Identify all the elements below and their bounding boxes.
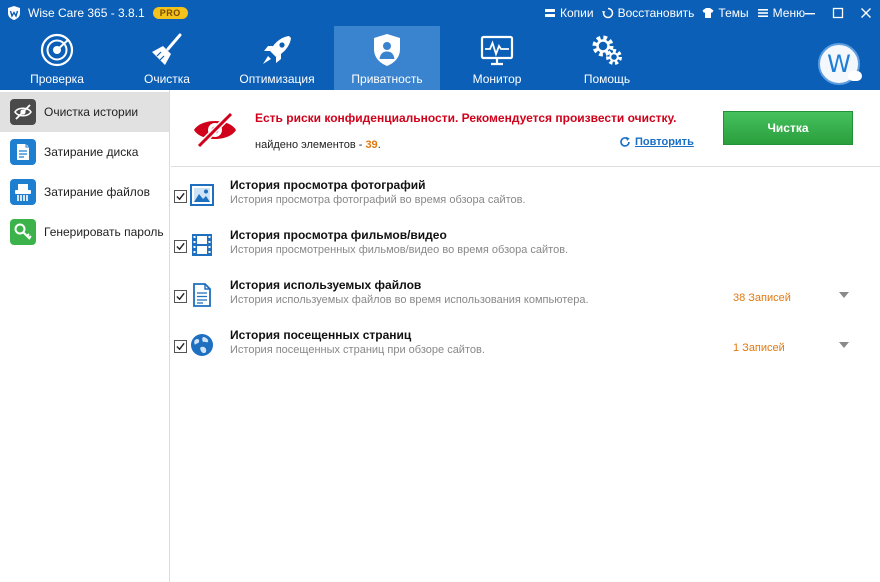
item-title: История просмотра фотографий bbox=[230, 178, 426, 192]
item-record-count: 38 Записей bbox=[733, 292, 791, 304]
shredder-icon bbox=[10, 179, 36, 205]
photo-icon bbox=[190, 184, 214, 206]
key-icon bbox=[10, 219, 36, 245]
retry-label: Повторить bbox=[635, 136, 694, 148]
tab-clean-label: Очистка bbox=[144, 72, 190, 86]
privacy-risk-icon bbox=[194, 111, 236, 149]
tab-optimize-label: Оптимизация bbox=[239, 72, 315, 86]
list-item-file-history: История используемых файлов История испо… bbox=[171, 278, 880, 318]
backup-menu-button[interactable]: Копии bbox=[544, 6, 594, 20]
tab-monitor[interactable]: Монитор bbox=[444, 26, 550, 90]
item-title: История посещенных страниц bbox=[230, 328, 412, 342]
cloud-icon bbox=[848, 71, 862, 81]
tab-clean[interactable]: Очистка bbox=[114, 26, 220, 90]
restore-menu-button[interactable]: Восстановить bbox=[601, 6, 695, 20]
user-avatar[interactable]: W bbox=[818, 43, 862, 85]
item-description: История посещенных страниц при обзоре са… bbox=[230, 344, 485, 356]
sidebar: Очистка истории Затирание диска Затирани… bbox=[0, 90, 170, 582]
list-item-page-history: История посещенных страниц История посещ… bbox=[171, 328, 880, 368]
found-items-text: найдено элементов - 39. bbox=[255, 139, 381, 151]
maximize-button[interactable] bbox=[824, 0, 852, 26]
sidebar-item-label: Очистка истории bbox=[44, 105, 139, 119]
divider bbox=[171, 166, 880, 167]
item-record-count: 1 Записей bbox=[733, 342, 785, 354]
backup-menu-label: Копии bbox=[560, 6, 594, 20]
monitor-icon bbox=[480, 35, 514, 66]
main-toolbar: Проверка Очистка Оптимизация Приватность bbox=[0, 26, 880, 90]
expand-arrow-icon[interactable] bbox=[839, 342, 849, 348]
close-button[interactable] bbox=[852, 0, 880, 26]
expand-arrow-icon[interactable] bbox=[839, 292, 849, 298]
themes-menu-label: Темы bbox=[718, 6, 749, 20]
tab-scan[interactable]: Проверка bbox=[4, 26, 110, 90]
clean-button[interactable]: Чистка bbox=[723, 111, 853, 145]
document-icon bbox=[193, 283, 211, 307]
sidebar-item-label: Генерировать пароль bbox=[44, 225, 164, 239]
check-icon bbox=[176, 242, 185, 251]
retry-scan-link[interactable]: Повторить bbox=[619, 136, 694, 148]
radar-icon bbox=[40, 33, 74, 67]
found-count: 39 bbox=[365, 139, 378, 151]
tab-privacy[interactable]: Приватность bbox=[334, 26, 440, 90]
item-description: История просмотра фотографий во время об… bbox=[230, 194, 526, 206]
photo-history-checkbox[interactable] bbox=[174, 190, 187, 203]
list-item-photo-history: История просмотра фотографий История про… bbox=[171, 178, 880, 218]
sidebar-item-disk-wipe[interactable]: Затирание диска bbox=[0, 132, 169, 172]
privacy-alert-message: Есть риски конфиденциальности. Рекоменду… bbox=[255, 111, 677, 125]
found-prefix: найдено элементов - bbox=[255, 139, 366, 151]
sidebar-item-history-clean[interactable]: Очистка истории bbox=[0, 92, 169, 132]
broom-icon bbox=[152, 33, 182, 65]
app-title: Wise Care 365 - 3.8.1 bbox=[28, 6, 145, 20]
shield-icon bbox=[374, 34, 400, 66]
item-title: История используемых файлов bbox=[230, 278, 422, 292]
window-controls bbox=[796, 0, 880, 26]
tab-help[interactable]: Помощь bbox=[554, 26, 660, 90]
maximize-icon bbox=[832, 7, 844, 19]
close-icon bbox=[861, 8, 871, 18]
rocket-icon bbox=[263, 36, 291, 64]
disk-icon bbox=[10, 139, 36, 165]
check-icon bbox=[176, 192, 185, 201]
tab-privacy-label: Приватность bbox=[351, 72, 423, 86]
check-icon bbox=[176, 342, 185, 351]
tab-scan-label: Проверка bbox=[30, 72, 84, 86]
themes-menu-button[interactable]: Темы bbox=[702, 6, 749, 20]
check-icon bbox=[176, 292, 185, 301]
title-menu: Копии Восстановить Темы Меню bbox=[544, 0, 805, 26]
minimize-button[interactable] bbox=[796, 0, 824, 26]
app-logo-icon bbox=[8, 6, 20, 20]
sidebar-item-label: Затирание файлов bbox=[44, 185, 150, 199]
shirt-icon bbox=[702, 8, 714, 18]
refresh-icon bbox=[620, 136, 630, 147]
minimize-icon bbox=[805, 13, 815, 15]
backup-icon bbox=[545, 9, 555, 17]
tab-help-label: Помощь bbox=[583, 72, 631, 86]
item-title: История просмотра фильмов/видео bbox=[230, 228, 447, 242]
tab-monitor-label: Монитор bbox=[472, 72, 522, 86]
pro-badge: PRO bbox=[152, 7, 188, 19]
found-suffix: . bbox=[377, 139, 381, 151]
video-history-checkbox[interactable] bbox=[174, 240, 187, 253]
title-bar: Wise Care 365 - 3.8.1 PRO Копии Восстано… bbox=[0, 0, 880, 26]
tab-optimize[interactable]: Оптимизация bbox=[224, 26, 330, 90]
page-history-checkbox[interactable] bbox=[174, 340, 187, 353]
restore-icon bbox=[601, 7, 613, 19]
film-icon bbox=[192, 234, 212, 256]
file-history-checkbox[interactable] bbox=[174, 290, 187, 303]
sidebar-item-password-generator[interactable]: Генерировать пароль bbox=[0, 212, 169, 252]
sidebar-item-label: Затирание диска bbox=[44, 145, 139, 159]
list-item-video-history: История просмотра фильмов/видео История … bbox=[171, 228, 880, 268]
item-description: История используемых файлов во время исп… bbox=[230, 294, 589, 306]
main-panel: Есть риски конфиденциальности. Рекоменду… bbox=[171, 90, 880, 582]
menu-icon bbox=[757, 9, 768, 17]
gears-icon bbox=[592, 35, 622, 65]
item-description: История просмотренных фильмов/видео во в… bbox=[230, 244, 569, 256]
globe-icon bbox=[191, 334, 213, 356]
sidebar-item-file-shredder[interactable]: Затирание файлов bbox=[0, 172, 169, 212]
eye-hidden-icon bbox=[10, 99, 36, 125]
restore-menu-label: Восстановить bbox=[617, 6, 695, 20]
